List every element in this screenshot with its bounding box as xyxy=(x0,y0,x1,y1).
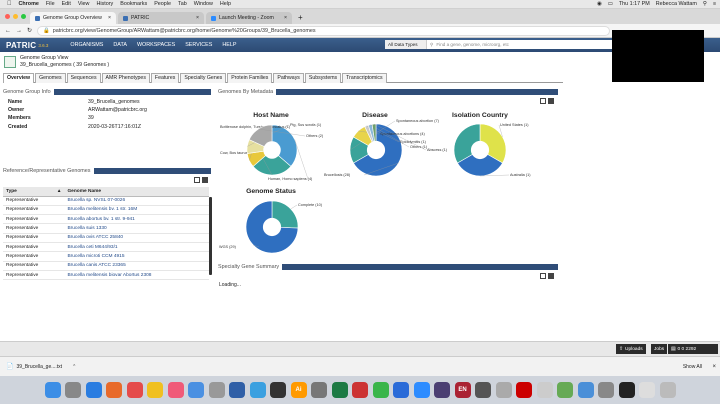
upload-icon: ⇧ xyxy=(619,346,624,352)
app-icon[interactable] xyxy=(495,382,512,398)
app-icon[interactable] xyxy=(598,382,614,398)
pie-label: Brucellosis (28) xyxy=(324,173,351,177)
app-icon[interactable] xyxy=(372,382,389,398)
pie-label: Others (2) xyxy=(306,134,324,138)
endnote-icon[interactable]: EN xyxy=(454,382,471,398)
pie-label: Epididymitis (1) xyxy=(400,140,427,144)
notes-icon[interactable] xyxy=(147,382,163,398)
launchpad-icon[interactable] xyxy=(65,382,81,398)
word-icon[interactable] xyxy=(229,382,245,398)
chrome-icon[interactable] xyxy=(577,382,594,398)
pie-label: Spontaneous abortions (4) xyxy=(380,132,425,136)
app-icon[interactable] xyxy=(311,382,327,398)
uploads-button[interactable]: ⇧ Uploads xyxy=(616,344,646,354)
uploads-label: Uploads xyxy=(625,346,643,352)
pie-label-leader xyxy=(290,204,298,210)
music-icon[interactable] xyxy=(167,382,184,398)
section-bar xyxy=(282,264,558,270)
zoom-icon[interactable] xyxy=(413,382,430,398)
terminal-icon[interactable] xyxy=(618,382,635,398)
jobs-button[interactable]: Jobs xyxy=(651,344,668,354)
trash-icon[interactable] xyxy=(659,382,676,398)
mac-dock: Ai EN xyxy=(0,376,720,404)
jobs-counts: 0 0 2292 xyxy=(677,346,697,352)
appstore-icon[interactable] xyxy=(188,382,204,398)
outlook-icon[interactable] xyxy=(393,382,409,398)
jobs-label: Jobs xyxy=(654,346,665,352)
grid-view-icon[interactable] xyxy=(548,273,554,279)
specialty-view-toggles xyxy=(540,273,554,279)
pie-label: United States (1) xyxy=(500,123,529,127)
excel-icon[interactable] xyxy=(331,382,348,398)
download-shelf: 📄 39_Brucella_ge....txt ⌃ Show All × xyxy=(0,356,720,376)
chevron-down-icon[interactable]: ⌃ xyxy=(72,364,76,370)
pie-hole xyxy=(366,140,386,160)
pie-hole xyxy=(262,217,282,237)
pie-label: Bottlenose dolphin, Tursiops truncatus (… xyxy=(220,125,291,129)
specialty-section-header: Specialty Gene Summary xyxy=(218,264,558,270)
chart-view-icon[interactable] xyxy=(540,273,546,279)
preview-icon[interactable] xyxy=(249,382,266,398)
settings-icon[interactable] xyxy=(208,382,225,398)
patric-bottom-bar: ⇧ Uploads Jobs ▤ 0 0 2292 xyxy=(0,341,720,356)
acrobat-icon[interactable] xyxy=(516,382,532,398)
pie-label: Pig, Sus scrofa (1) xyxy=(290,123,322,127)
pie-label: WGS (29) xyxy=(219,245,237,249)
pie-label: Australia (1) xyxy=(510,173,531,177)
jobs-status[interactable]: ▤ 0 0 2292 xyxy=(668,344,718,354)
pie-label: Abscess (1) xyxy=(427,148,448,152)
finder-icon[interactable] xyxy=(44,382,61,398)
jobs-icon: ▤ xyxy=(671,346,676,352)
app-icon[interactable] xyxy=(434,382,450,398)
app-icon[interactable] xyxy=(639,382,655,398)
powerpoint-icon[interactable] xyxy=(352,382,368,398)
app-icon[interactable] xyxy=(536,382,553,398)
app-icon[interactable] xyxy=(557,382,573,398)
safari-icon[interactable] xyxy=(85,382,102,398)
pie-label: Spontaneous abortion (7) xyxy=(396,119,440,123)
pie-label-leader xyxy=(294,139,309,180)
pie-hole xyxy=(263,141,281,159)
show-all-button[interactable]: Show All xyxy=(683,364,702,370)
pie-label: Human, Homo sapiens (4) xyxy=(268,177,313,181)
firefox-icon[interactable] xyxy=(106,382,122,398)
pie-label: Complete (10) xyxy=(298,203,323,207)
pie-label: Others (1) xyxy=(410,145,428,149)
file-icon: 📄 xyxy=(6,364,14,370)
dark-app-icon[interactable] xyxy=(270,382,286,398)
pie-hole xyxy=(470,140,490,160)
calendar-icon[interactable] xyxy=(126,382,143,398)
app-icon[interactable] xyxy=(475,382,491,398)
close-icon[interactable]: × xyxy=(712,364,716,370)
illustrator-icon[interactable]: Ai xyxy=(290,382,307,398)
download-file[interactable]: 39_Brucella_ge....txt xyxy=(16,364,62,370)
specialty-loading: Loading... xyxy=(219,282,241,288)
specialty-heading: Specialty Gene Summary xyxy=(218,264,280,270)
